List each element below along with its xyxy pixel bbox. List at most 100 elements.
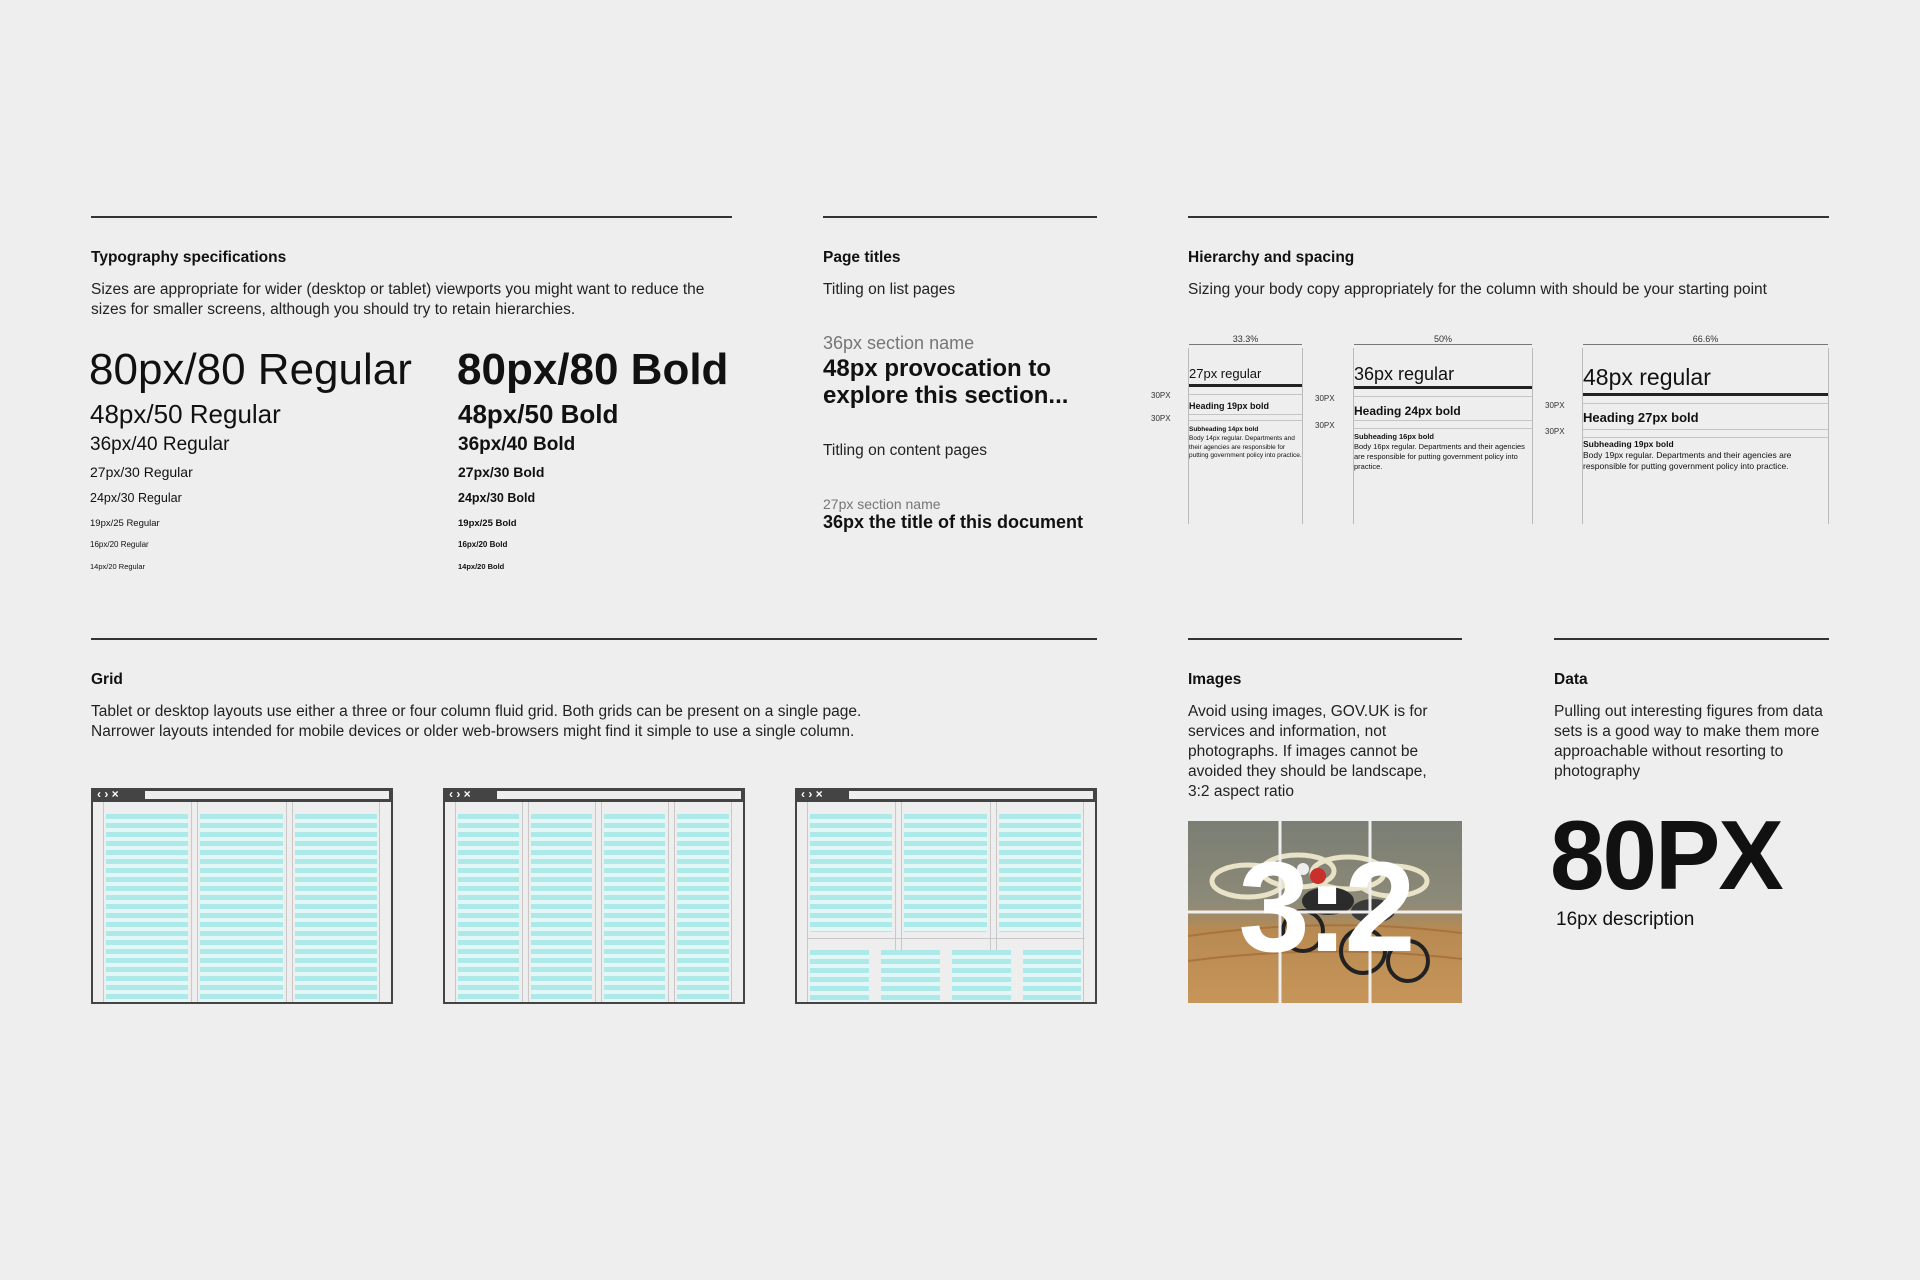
grid-column bbox=[531, 814, 592, 1002]
divider-page-titles bbox=[823, 216, 1097, 218]
typography-title: Typography specifications bbox=[91, 249, 287, 266]
column-rule bbox=[1354, 386, 1532, 389]
column-rule bbox=[1189, 384, 1302, 387]
browser-controls: ‹ › × bbox=[449, 788, 471, 801]
spacing-line bbox=[1189, 420, 1302, 421]
bold-16: 16px/20 Bold bbox=[458, 540, 508, 549]
spacing-marker: 30PX bbox=[1151, 391, 1171, 400]
address-bar bbox=[849, 791, 1093, 799]
spacing-marker: 30PX bbox=[1151, 414, 1171, 423]
content-page-heading: 36px the title of this document bbox=[823, 512, 1084, 532]
main-size-label: 27px regular bbox=[1189, 366, 1262, 381]
spacing-marker: 30PX bbox=[1315, 421, 1335, 430]
body-sample: Body 16px regular. Departments and their… bbox=[1354, 442, 1525, 471]
four-column-grid-wireframe: ‹ › × bbox=[443, 788, 745, 1004]
grid-column bbox=[999, 814, 1081, 932]
regular-16: 16px/20 Regular bbox=[90, 540, 149, 549]
grid-gutter bbox=[668, 802, 669, 1002]
browser-controls: ‹ › × bbox=[801, 788, 823, 801]
grid-column bbox=[881, 950, 940, 1002]
images-title: Images bbox=[1188, 671, 1242, 688]
body-sample: Body 14px regular. Departments and their… bbox=[1189, 435, 1302, 459]
column-width-line bbox=[1354, 344, 1532, 345]
mixed-grid-wireframe: ‹ › × bbox=[795, 788, 1097, 1004]
heading-label: Heading 19px bold bbox=[1189, 401, 1270, 411]
subheading-label: Subheading 16px bold bbox=[1354, 432, 1435, 441]
grid-column bbox=[952, 950, 1011, 1002]
spacing-line bbox=[1583, 403, 1828, 404]
spacing-marker: 30PX bbox=[1545, 401, 1565, 410]
bold-27: 27px/30 Bold bbox=[458, 464, 545, 480]
images-description: Avoid using images, GOV.UK is for servic… bbox=[1188, 703, 1428, 800]
row-divider bbox=[807, 938, 1085, 939]
grid-description-line-2: Narrower layouts intended for mobile dev… bbox=[91, 723, 855, 740]
regular-19: 19px/25 Regular bbox=[90, 518, 160, 529]
grid-gutter bbox=[286, 802, 287, 1002]
grid-gutter bbox=[1083, 802, 1084, 1002]
spacing-line bbox=[1354, 428, 1532, 429]
bold-80: 80px/80 Bold bbox=[457, 345, 729, 394]
spacing-marker: 30PX bbox=[1545, 427, 1565, 436]
grid-gutter bbox=[528, 802, 529, 1002]
divider-data bbox=[1554, 638, 1829, 640]
main-size-label: 36px regular bbox=[1354, 364, 1455, 384]
grid-column bbox=[1023, 950, 1081, 1002]
bold-14: 14px/20 Bold bbox=[458, 562, 505, 571]
data-title: Data bbox=[1554, 671, 1588, 688]
column-width-line bbox=[1189, 344, 1302, 345]
grid-gutter bbox=[197, 802, 198, 1002]
column-width-label: 66.6% bbox=[1692, 334, 1719, 344]
aspect-ratio-label: 3:2 bbox=[1238, 836, 1416, 979]
hierarchy-title: Hierarchy and spacing bbox=[1188, 249, 1355, 266]
data-big-figure: 80PX bbox=[1550, 800, 1784, 910]
divider-grid bbox=[91, 638, 1097, 640]
column-width-line bbox=[1583, 344, 1828, 345]
regular-80: 80px/80 Regular bbox=[89, 345, 412, 394]
heading-label: Heading 24px bold bbox=[1354, 404, 1461, 418]
spacing-line bbox=[1583, 429, 1828, 430]
content-section-name: 27px section name bbox=[823, 496, 941, 512]
grid-title: Grid bbox=[91, 671, 123, 688]
data-figure-caption: 16px description bbox=[1556, 909, 1695, 930]
spacing-line bbox=[1583, 437, 1828, 438]
browser-controls: ‹ › × bbox=[97, 788, 119, 801]
grid-gutter bbox=[595, 802, 596, 1002]
list-page-heading: 48px provocation to explore this section… bbox=[823, 355, 1069, 409]
bold-36: 36px/40 Bold bbox=[458, 434, 576, 455]
grid-column bbox=[106, 814, 188, 1002]
divider-hierarchy bbox=[1188, 216, 1829, 218]
column-width-label: 33.3% bbox=[1232, 334, 1259, 344]
grid-column bbox=[604, 814, 665, 1002]
spacing-line bbox=[1189, 414, 1302, 415]
bold-19: 19px/25 Bold bbox=[458, 518, 517, 529]
grid-column bbox=[810, 814, 892, 932]
grid-column bbox=[677, 814, 729, 1002]
regular-48: 48px/50 Regular bbox=[90, 399, 281, 429]
hierarchy-column-66: 66.6% 48px regular Heading 27px bold Sub… bbox=[1582, 334, 1829, 524]
grid-gutter bbox=[522, 802, 523, 1002]
regular-14: 14px/20 Regular bbox=[90, 562, 146, 571]
bold-48: 48px/50 Bold bbox=[458, 399, 619, 429]
spacing-marker: 30PX bbox=[1315, 394, 1335, 403]
grid-gutter bbox=[103, 802, 104, 1002]
bold-24: 24px/30 Bold bbox=[458, 491, 536, 505]
subheading-label: Subheading 19px bold bbox=[1583, 439, 1674, 449]
list-section-name: 36px section name bbox=[823, 333, 975, 353]
regular-27: 27px/30 Regular bbox=[90, 464, 193, 480]
column-rule bbox=[1583, 393, 1828, 396]
three-column-grid-wireframe: ‹ › × bbox=[91, 788, 393, 1004]
regular-36: 36px/40 Regular bbox=[90, 434, 230, 455]
cycling-photo-3-2: 3:2 bbox=[1188, 821, 1462, 1003]
address-bar bbox=[145, 791, 389, 799]
hierarchy-column-33: 33.3% 27px regular Heading 19px bold Sub… bbox=[1188, 334, 1303, 524]
grid-description-line-1: Tablet or desktop layouts use either a t… bbox=[91, 703, 862, 720]
grid-gutter bbox=[601, 802, 602, 1002]
column-width-label: 50% bbox=[1433, 334, 1452, 344]
regular-24: 24px/30 Regular bbox=[90, 491, 182, 505]
subheading-label: Subheading 14px bold bbox=[1189, 426, 1259, 433]
divider-images bbox=[1188, 638, 1462, 640]
spacing-line bbox=[1354, 420, 1532, 421]
data-description: Pulling out interesting figures from dat… bbox=[1554, 703, 1823, 780]
body-sample: Body 19px regular. Departments and their… bbox=[1583, 450, 1792, 471]
grid-column bbox=[200, 814, 283, 1002]
